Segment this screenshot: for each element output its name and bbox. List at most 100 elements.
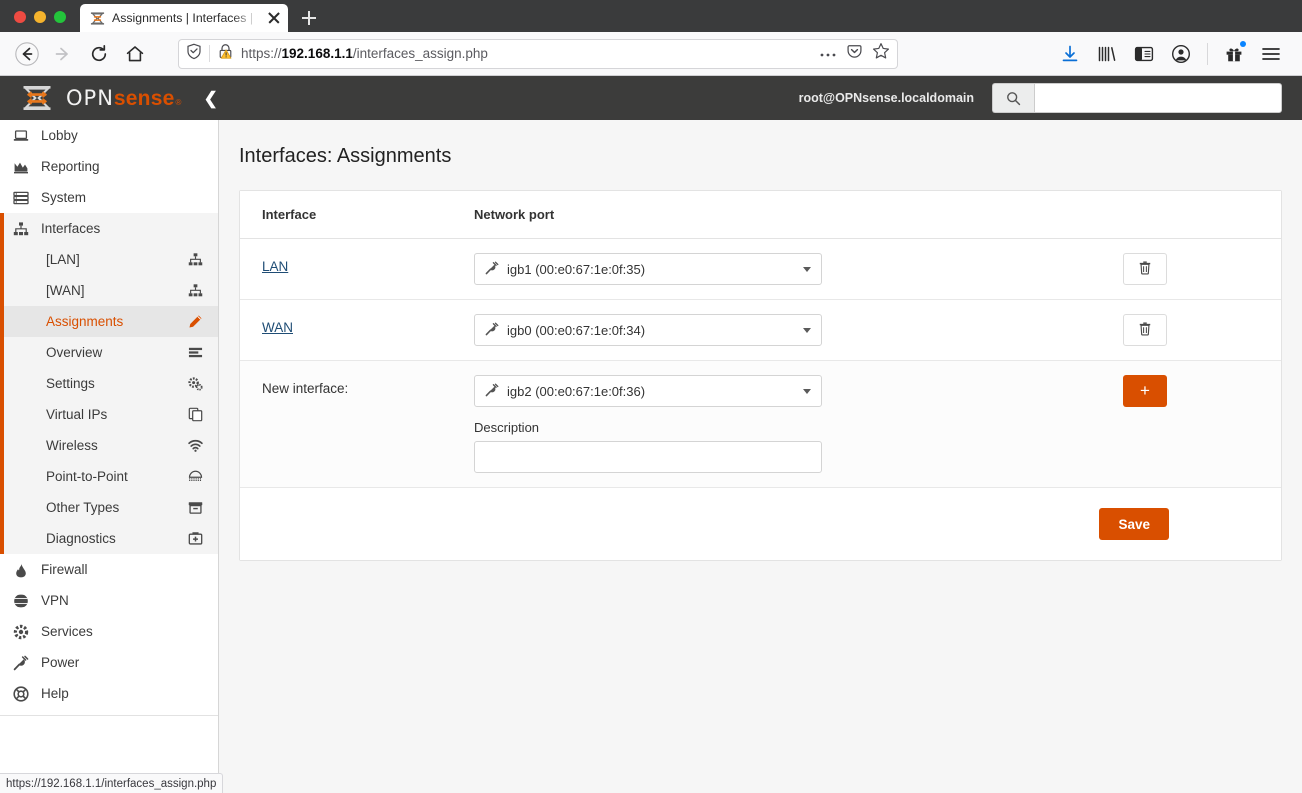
sidebar-item-power[interactable]: Power	[0, 647, 218, 678]
assignments-panel: Interface Network port LAN	[239, 190, 1282, 561]
app-logo-text: OPNsense®	[66, 86, 182, 111]
sidebar-item-lan[interactable]: [LAN]	[4, 244, 218, 275]
extensions-badge	[1240, 41, 1246, 47]
url-bar[interactable]: https://192.168.1.1/interfaces_assign.ph…	[178, 39, 898, 69]
cell-interface: LAN	[240, 239, 452, 300]
forward-arrow-icon[interactable]	[46, 37, 80, 71]
trash-icon	[1138, 260, 1152, 278]
first-aid-kit-icon	[186, 531, 204, 546]
sidebar-item-label: Firewall	[41, 562, 88, 577]
close-window-button[interactable]	[14, 11, 26, 23]
sidebar-item-firewall[interactable]: Firewall	[0, 554, 218, 585]
sidebar-item-reporting[interactable]: Reporting	[0, 151, 218, 182]
search-icon[interactable]	[992, 83, 1034, 113]
cell-network-port: igb0 (00:e0:67:1e:0f:34)	[452, 300, 1101, 361]
sidebar-item-label: Reporting	[41, 159, 100, 174]
column-header-interface: Interface	[240, 191, 452, 239]
delete-interface-button-wan[interactable]	[1123, 314, 1167, 346]
close-icon[interactable]	[266, 10, 282, 26]
opnsense-app: OPNsense® ❮ root@OPNsense.localdomain	[0, 76, 1302, 793]
insecure-lock-warning-icon[interactable]	[217, 43, 234, 65]
back-arrow-icon[interactable]	[10, 37, 44, 71]
sidebar-item-virtual-ips[interactable]: Virtual IPs	[4, 399, 218, 430]
download-arrow-icon[interactable]	[1053, 37, 1087, 71]
gears-icon	[186, 376, 204, 391]
sidebar-item-label: Interfaces	[41, 221, 100, 236]
logo-primary-text: OPN	[66, 86, 114, 110]
page-title: Interfaces: Assignments	[219, 120, 1302, 168]
sidebar-subitem-label: Overview	[46, 345, 186, 360]
url-text[interactable]: https://192.168.1.1/interfaces_assign.ph…	[241, 46, 812, 61]
sidebar-item-lobby[interactable]: Lobby	[0, 120, 218, 151]
tracking-protection-shield-icon[interactable]	[186, 43, 202, 65]
sidebar-item-diagnostics[interactable]: Diagnostics	[4, 523, 218, 554]
search-input[interactable]	[1034, 83, 1282, 113]
trash-icon	[1138, 321, 1152, 339]
sidebar-item-overview[interactable]: Overview	[4, 337, 218, 368]
network-port-select-new[interactable]: igb2 (00:e0:67:1e:0f:36)	[474, 375, 822, 407]
sidebar-item-assignments[interactable]: Assignments	[4, 306, 218, 337]
sidebar-item-wan[interactable]: [WAN]	[4, 275, 218, 306]
description-input[interactable]	[474, 441, 822, 473]
network-port-select-wan[interactable]: igb0 (00:e0:67:1e:0f:34)	[474, 314, 822, 346]
account-circle-icon[interactable]	[1164, 37, 1198, 71]
network-port-value: igb2 (00:e0:67:1e:0f:36)	[507, 384, 795, 399]
add-interface-button[interactable]: +	[1123, 375, 1167, 407]
sidebar-item-wireless[interactable]: Wireless	[4, 430, 218, 461]
plus-icon: +	[1140, 381, 1150, 401]
sidebar-item-point-to-point[interactable]: Point-to-Point	[4, 461, 218, 492]
browser-tab[interactable]: Assignments | Interfaces | OPNsense	[80, 4, 288, 32]
modem-icon	[186, 469, 204, 484]
sidebar-item-other-types[interactable]: Other Types	[4, 492, 218, 523]
sidebar-item-help[interactable]: Help	[0, 678, 218, 709]
gift-extensions-icon[interactable]	[1217, 37, 1251, 71]
logo-registered-mark: ®	[175, 98, 181, 107]
minimize-window-button[interactable]	[34, 11, 46, 23]
reload-icon[interactable]	[82, 37, 116, 71]
sidebar-subitem-label: Settings	[46, 376, 186, 391]
sidebar-item-interfaces[interactable]: Interfaces	[0, 213, 218, 244]
sidebar-item-system[interactable]: System	[0, 182, 218, 213]
opnsense-favicon-icon	[90, 11, 105, 26]
sidebar-item-label: Services	[41, 624, 93, 639]
sitemap-icon	[186, 252, 204, 267]
delete-interface-button-lan[interactable]	[1123, 253, 1167, 285]
url-bar-actions	[819, 42, 890, 65]
fire-icon	[12, 562, 30, 578]
sidebar-item-services[interactable]: Services	[0, 616, 218, 647]
sitemap-icon	[186, 283, 204, 298]
chevron-left-icon[interactable]: ❮	[204, 90, 218, 107]
ellipsis-icon[interactable]	[819, 45, 837, 63]
star-icon[interactable]	[872, 42, 890, 65]
save-button[interactable]: Save	[1099, 508, 1169, 540]
header-search	[992, 83, 1282, 113]
sidebar-item-vpn[interactable]: VPN	[0, 585, 218, 616]
window-controls	[0, 11, 80, 32]
reader-pocket-icon[interactable]	[846, 43, 863, 65]
app-body: Lobby Reporting	[0, 120, 1302, 793]
hamburger-menu-icon[interactable]	[1254, 37, 1288, 71]
app-header-right: root@OPNsense.localdomain	[799, 83, 1302, 113]
maximize-window-button[interactable]	[54, 11, 66, 23]
sidebar-divider	[0, 715, 218, 716]
sidebar-toggle-icon[interactable]	[1127, 37, 1161, 71]
home-icon[interactable]	[118, 37, 152, 71]
url-host: 192.168.1.1	[282, 46, 353, 61]
sidebar-item-label: Lobby	[41, 128, 78, 143]
interface-link-lan[interactable]: LAN	[262, 253, 288, 274]
network-port-select-lan[interactable]: igb1 (00:e0:67:1e:0f:35)	[474, 253, 822, 285]
cell-network-port: igb2 (00:e0:67:1e:0f:36) Description	[452, 361, 1101, 488]
archive-box-icon	[186, 500, 204, 515]
sidebar-subitem-label: Wireless	[46, 438, 186, 453]
library-icon[interactable]	[1090, 37, 1124, 71]
interface-assignments-table: Interface Network port LAN	[240, 191, 1281, 488]
plug-icon	[485, 383, 499, 400]
toolbar-divider	[1207, 43, 1208, 65]
sidebar-item-settings[interactable]: Settings	[4, 368, 218, 399]
sidebar-subitem-label: Point-to-Point	[46, 469, 186, 484]
sidebar-submenu-interfaces: [LAN] [WAN]	[0, 244, 218, 554]
interface-link-wan[interactable]: WAN	[262, 314, 293, 335]
app-logo[interactable]: OPNsense®	[0, 85, 182, 111]
new-tab-button[interactable]	[294, 4, 324, 32]
sidebar-subitem-label: Diagnostics	[46, 531, 186, 546]
